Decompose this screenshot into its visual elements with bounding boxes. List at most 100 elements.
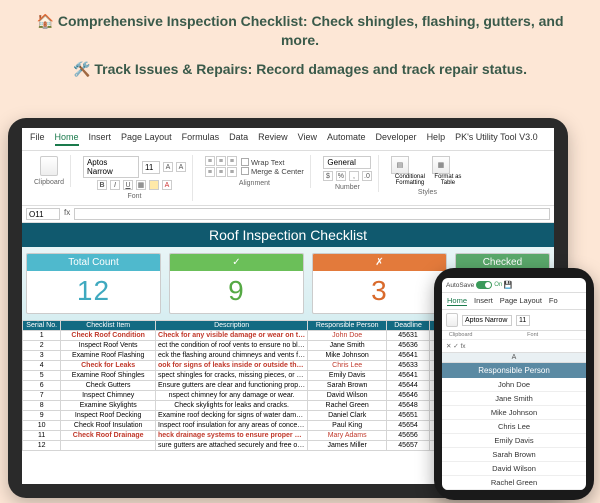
cell[interactable]: 2 xyxy=(23,341,61,351)
cell[interactable]: 6 xyxy=(23,381,61,391)
cell[interactable]: spect shingles for cracks, missing piece… xyxy=(156,371,308,381)
cell[interactable]: heck drainage systems to ensure proper w… xyxy=(156,431,308,441)
pmenu-layout[interactable]: Page Layout xyxy=(500,296,542,306)
pmenu-home[interactable]: Home xyxy=(447,296,467,306)
cell[interactable]: Check for any visible damage or wear on … xyxy=(156,331,308,341)
alignment-grid[interactable]: ≡≡≡ ≡≡≡ xyxy=(205,156,237,177)
cell[interactable]: 45641 xyxy=(387,371,430,381)
cell[interactable]: Mary Adams xyxy=(308,431,387,441)
cell[interactable]: 45656 xyxy=(387,431,430,441)
cell[interactable]: 4 xyxy=(23,361,61,371)
cell[interactable]: sure gutters are attached securely and f… xyxy=(156,441,308,451)
cell[interactable]: 45646 xyxy=(387,391,430,401)
list-item[interactable]: Jane Smith xyxy=(442,392,586,406)
decimal-inc-icon[interactable]: .0 xyxy=(362,171,372,181)
cell[interactable]: Inspect Chimney xyxy=(61,391,156,401)
cell[interactable]: 5 xyxy=(23,371,61,381)
cell[interactable]: 45648 xyxy=(387,401,430,411)
cell[interactable]: John Doe xyxy=(308,331,387,341)
list-item[interactable]: Mike Johnson xyxy=(442,406,586,420)
cell[interactable]: Examine Roof Shingles xyxy=(61,371,156,381)
menu-automate[interactable]: Automate xyxy=(327,132,366,146)
cell[interactable]: Sarah Brown xyxy=(308,381,387,391)
phone-person-list[interactable]: John DoeJane SmithMike JohnsonChris LeeE… xyxy=(442,378,586,490)
cell[interactable]: Paul King xyxy=(308,421,387,431)
cell[interactable]: Check Gutters xyxy=(61,381,156,391)
list-item[interactable]: John Doe xyxy=(442,378,586,392)
cell[interactable]: 45641 xyxy=(387,351,430,361)
paste-icon[interactable] xyxy=(40,156,58,176)
cell[interactable]: Mike Johnson xyxy=(308,351,387,361)
th-item[interactable]: Checklist Item xyxy=(61,321,156,331)
list-item[interactable]: Chris Lee xyxy=(442,420,586,434)
cell[interactable]: 45633 xyxy=(387,361,430,371)
cell[interactable]: 45654 xyxy=(387,421,430,431)
menu-file[interactable]: File xyxy=(30,132,45,146)
cell[interactable]: Ensure gutters are clear and functioning… xyxy=(156,381,308,391)
merge-center-button[interactable]: Merge & Center xyxy=(241,167,304,176)
formula-input[interactable] xyxy=(74,208,550,220)
list-item[interactable]: Rachel Green xyxy=(442,476,586,490)
menu-formulas[interactable]: Formulas xyxy=(182,132,220,146)
th-serial[interactable]: Serial No. xyxy=(23,321,61,331)
underline-icon[interactable]: U xyxy=(123,180,133,190)
list-item[interactable]: David Wilson xyxy=(442,462,586,476)
menu-insert[interactable]: Insert xyxy=(89,132,112,146)
cell[interactable]: eck the flashing around chimneys and ven… xyxy=(156,351,308,361)
cell[interactable]: 8 xyxy=(23,401,61,411)
name-box[interactable] xyxy=(26,208,60,220)
menu-home[interactable]: Home xyxy=(55,132,79,146)
cell[interactable]: Check Roof Insulation xyxy=(61,421,156,431)
menu-help[interactable]: Help xyxy=(427,132,446,146)
cell[interactable]: Examine Skylights xyxy=(61,401,156,411)
phone-font-select[interactable]: Aptos Narrow xyxy=(462,315,512,326)
cell[interactable]: Jane Smith xyxy=(308,341,387,351)
pmenu-fo[interactable]: Fo xyxy=(549,296,558,306)
menu-page-layout[interactable]: Page Layout xyxy=(121,132,172,146)
increase-font-icon[interactable]: A xyxy=(163,162,173,172)
cell[interactable]: James Miller xyxy=(308,441,387,451)
cell[interactable]: Examine Roof Flashing xyxy=(61,351,156,361)
font-color-icon[interactable]: A xyxy=(162,180,172,190)
cell[interactable]: nspect chimney for any damage or wear. xyxy=(156,391,308,401)
menu-developer[interactable]: Developer xyxy=(376,132,417,146)
menu-data[interactable]: Data xyxy=(229,132,248,146)
cell[interactable]: Inspect roof insulation for any areas of… xyxy=(156,421,308,431)
fx-icon[interactable]: fx xyxy=(64,208,70,220)
cell[interactable]: Check skylights for leaks and cracks. xyxy=(156,401,308,411)
cell[interactable]: 45657 xyxy=(387,441,430,451)
bold-icon[interactable]: B xyxy=(97,180,107,190)
cell[interactable]: 9 xyxy=(23,411,61,421)
th-person[interactable]: Responsible Person xyxy=(308,321,387,331)
cell[interactable]: 45644 xyxy=(387,381,430,391)
cell[interactable]: Examine roof decking for signs of water … xyxy=(156,411,308,421)
cell[interactable]: David Wilson xyxy=(308,391,387,401)
menu-utility-tool[interactable]: PK's Utility Tool V3.0 xyxy=(455,132,538,146)
wrap-text-button[interactable]: Wrap Text xyxy=(241,158,304,167)
cell[interactable]: ect the condition of roof vents to ensur… xyxy=(156,341,308,351)
cell[interactable]: Inspect Roof Vents xyxy=(61,341,156,351)
cell[interactable] xyxy=(61,441,156,451)
cell[interactable]: Chris Lee xyxy=(308,361,387,371)
format-table-icon[interactable]: ▦ xyxy=(432,156,450,174)
phone-fx-icon[interactable]: ✕ ✓ fx xyxy=(446,342,466,350)
list-item[interactable]: Sarah Brown xyxy=(442,448,586,462)
th-desc[interactable]: Description xyxy=(156,321,308,331)
menu-review[interactable]: Review xyxy=(258,132,288,146)
cell[interactable]: 45651 xyxy=(387,411,430,421)
menu-view[interactable]: View xyxy=(298,132,317,146)
fill-color-icon[interactable] xyxy=(149,180,159,190)
cell[interactable]: Check Roof Drainage xyxy=(61,431,156,441)
cell[interactable]: Inspect Roof Decking xyxy=(61,411,156,421)
cell[interactable]: 45631 xyxy=(387,331,430,341)
border-icon[interactable]: ▦ xyxy=(136,180,146,190)
phone-paste-icon[interactable] xyxy=(446,313,458,327)
decrease-font-icon[interactable]: A xyxy=(176,162,186,172)
cell[interactable]: 45636 xyxy=(387,341,430,351)
list-item[interactable]: Emily Davis xyxy=(442,434,586,448)
autosave-toggle[interactable] xyxy=(476,281,492,289)
save-icon[interactable]: 💾 xyxy=(504,281,512,289)
italic-icon[interactable]: I xyxy=(110,180,120,190)
cell[interactable]: 10 xyxy=(23,421,61,431)
cell[interactable]: Check Roof Condition xyxy=(61,331,156,341)
